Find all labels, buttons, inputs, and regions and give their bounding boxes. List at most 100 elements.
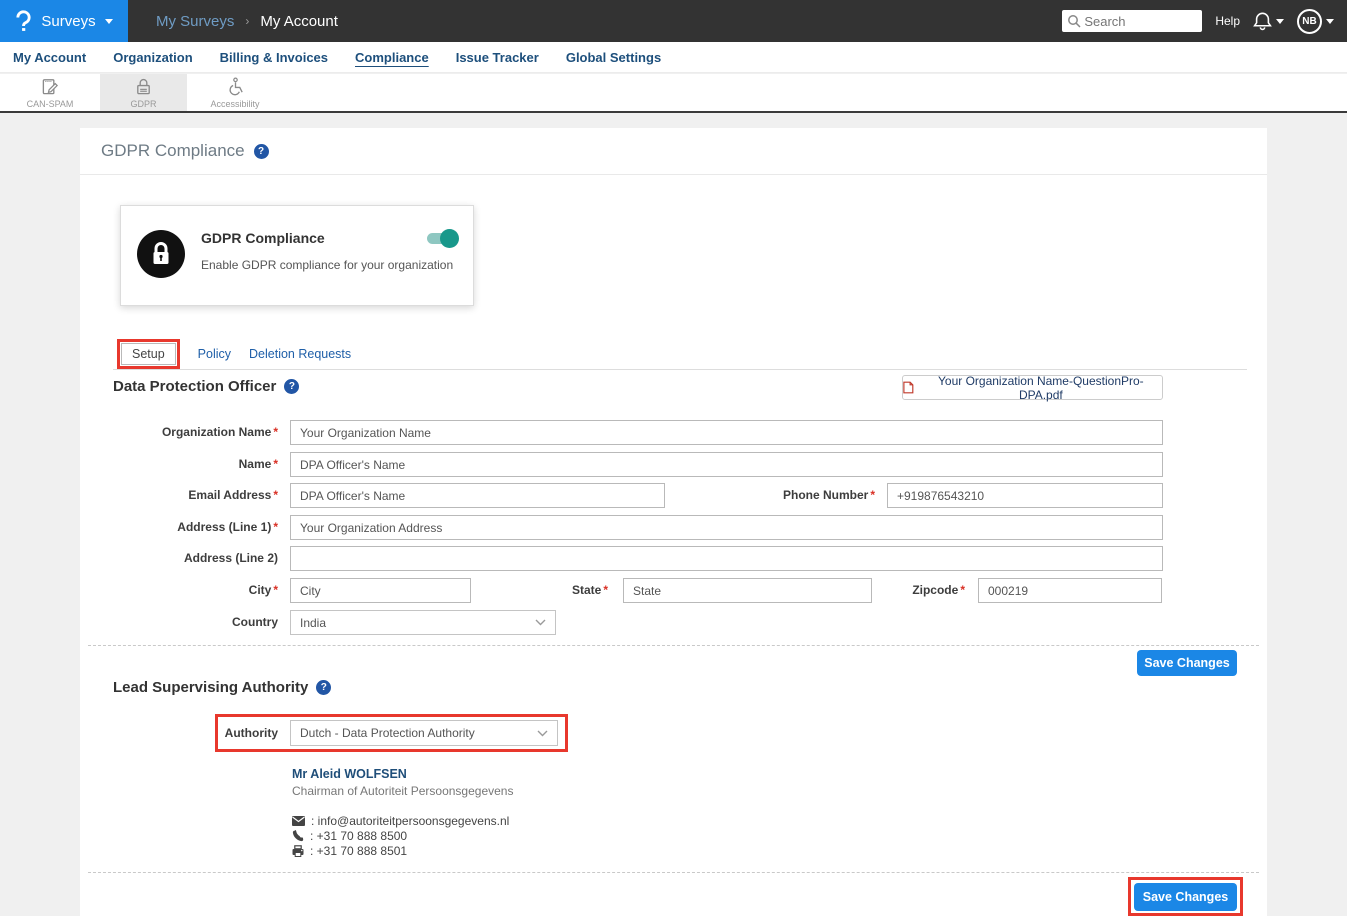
state-input[interactable] — [623, 578, 872, 603]
country-select[interactable]: India — [290, 610, 556, 635]
nav-global-settings[interactable]: Global Settings — [566, 50, 661, 65]
authority-contact-name: Mr Aleid WOLFSEN — [292, 767, 407, 781]
tab-deletion-requests[interactable]: Deletion Requests — [249, 347, 351, 361]
contact-phone-line: : +31 70 888 8500 — [292, 830, 509, 841]
questionpro-logo-icon — [15, 9, 32, 33]
email-label: Email Address* — [80, 483, 278, 508]
address1-input[interactable] — [290, 515, 1163, 540]
breadcrumb-separator: › — [245, 14, 249, 28]
account-menu[interactable]: NB — [1297, 9, 1334, 34]
tab-label: GDPR — [130, 99, 156, 109]
page-title-row: GDPR Compliance ? — [80, 128, 1267, 175]
authority-contact-title: Chairman of Autoriteit Persoonsgegevens — [292, 784, 513, 798]
country-select-value: India — [300, 616, 326, 630]
tab-gdpr[interactable]: GDPR — [100, 74, 187, 111]
email-icon — [292, 816, 305, 826]
breadcrumb-my-surveys[interactable]: My Surveys — [156, 13, 234, 30]
dpo-heading: Data Protection Officer — [113, 378, 276, 395]
topbar: Surveys My Surveys › My Account Help NB — [0, 0, 1347, 42]
breadcrumb-my-account: My Account — [260, 13, 338, 30]
phone-label: Phone Number* — [720, 483, 875, 508]
account-nav: My Account Organization Billing & Invoic… — [0, 42, 1347, 73]
toggle-knob — [440, 229, 459, 248]
product-menu-label: Surveys — [41, 13, 95, 30]
content-panel: GDPR Compliance ? GDPR Compliance Enable… — [80, 128, 1267, 916]
product-menu[interactable]: Surveys — [0, 0, 128, 42]
form-row-address1: Address (Line 1)* — [80, 515, 1267, 540]
search-icon — [1067, 14, 1081, 28]
chevron-down-icon — [1326, 19, 1334, 24]
contact-fax-line: : +31 70 888 8501 — [292, 845, 509, 856]
address1-label: Address (Line 1)* — [80, 515, 278, 540]
city-input[interactable] — [290, 578, 471, 603]
tab-accessibility[interactable]: Accessibility — [187, 74, 283, 111]
authority-contact-lines: : info@autoriteitpersoonsgegevens.nl : +… — [292, 815, 509, 856]
tab-can-spam[interactable]: CAN-SPAM — [0, 74, 100, 111]
help-icon[interactable]: ? — [316, 680, 331, 695]
phone-icon — [292, 830, 304, 842]
help-icon[interactable]: ? — [254, 144, 269, 159]
nav-billing-invoices[interactable]: Billing & Invoices — [220, 50, 328, 65]
dpo-heading-row: Data Protection Officer ? — [113, 378, 299, 395]
help-link[interactable]: Help — [1215, 14, 1240, 28]
save-changes-button-lsa[interactable]: Save Changes — [1134, 883, 1237, 911]
annotation-box-setup: Setup — [117, 339, 180, 369]
gdpr-toggle[interactable] — [427, 233, 457, 244]
form-row-email-phone: Email Address* Phone Number* — [80, 483, 1267, 508]
pdf-file-icon — [903, 381, 914, 394]
lock-icon — [149, 241, 173, 267]
tab-policy[interactable]: Policy — [198, 347, 231, 361]
authority-select[interactable]: Dutch - Data Protection Authority — [290, 720, 558, 746]
nav-my-account[interactable]: My Account — [13, 50, 86, 65]
wheelchair-icon — [226, 77, 245, 96]
nav-compliance[interactable]: Compliance — [355, 50, 429, 65]
gdpr-toggle-card: GDPR Compliance Enable GDPR compliance f… — [120, 205, 474, 306]
bell-icon — [1253, 11, 1272, 31]
zipcode-label: Zipcode* — [840, 578, 965, 603]
save-changes-button-dpo[interactable]: Save Changes — [1137, 650, 1237, 676]
search-input[interactable] — [1062, 10, 1202, 32]
name-label: Name* — [80, 452, 278, 477]
chevron-down-icon — [1276, 19, 1284, 24]
zipcode-input[interactable] — [978, 578, 1162, 603]
gdpr-sub-tabs: Setup Policy Deletion Requests — [117, 339, 351, 369]
tab-setup[interactable]: Setup — [121, 343, 176, 365]
organization-name-label: Organization Name* — [80, 420, 278, 445]
help-icon[interactable]: ? — [284, 379, 299, 394]
lock-icon — [134, 77, 153, 96]
notifications-button[interactable] — [1253, 11, 1284, 31]
nav-organization[interactable]: Organization — [113, 50, 192, 65]
lsa-heading-row: Lead Supervising Authority ? — [113, 679, 331, 696]
country-label: Country — [80, 610, 278, 635]
chevron-down-icon — [537, 730, 548, 737]
phone-input[interactable] — [887, 483, 1163, 508]
authority-select-value: Dutch - Data Protection Authority — [300, 726, 475, 740]
tab-label: Accessibility — [210, 99, 259, 109]
state-label: State* — [500, 578, 608, 603]
fax-icon — [292, 845, 304, 857]
document-pencil-icon — [41, 77, 60, 96]
dpa-pdf-label: Your Organization Name-QuestionPro-DPA.p… — [920, 374, 1162, 402]
compliance-icon-tabs: CAN-SPAM GDPR Accessibility — [0, 74, 1347, 113]
nav-issue-tracker[interactable]: Issue Tracker — [456, 50, 539, 65]
form-row-organization: Organization Name* — [80, 420, 1267, 445]
contact-fax-text: : +31 70 888 8501 — [310, 844, 407, 858]
tabs-divider — [113, 369, 1247, 370]
chevron-down-icon — [535, 619, 546, 626]
annotation-box-save: Save Changes — [1128, 877, 1243, 916]
card-subtitle: Enable GDPR compliance for your organiza… — [201, 258, 453, 272]
topbar-right: Help NB — [1062, 9, 1347, 34]
address2-input[interactable] — [290, 546, 1163, 571]
organization-name-input[interactable] — [290, 420, 1163, 445]
contact-phone-text: : +31 70 888 8500 — [310, 829, 407, 843]
card-title: GDPR Compliance — [201, 230, 325, 246]
tab-label: CAN-SPAM — [27, 99, 74, 109]
contact-email-line: : info@autoriteitpersoonsgegevens.nl — [292, 815, 509, 826]
name-input[interactable] — [290, 452, 1163, 477]
breadcrumb: My Surveys › My Account — [156, 13, 338, 30]
searchbox — [1062, 10, 1202, 32]
dpa-pdf-button[interactable]: Your Organization Name-QuestionPro-DPA.p… — [902, 375, 1163, 400]
authority-label: Authority — [80, 720, 278, 746]
email-input[interactable] — [290, 483, 665, 508]
chevron-down-icon — [105, 19, 113, 24]
